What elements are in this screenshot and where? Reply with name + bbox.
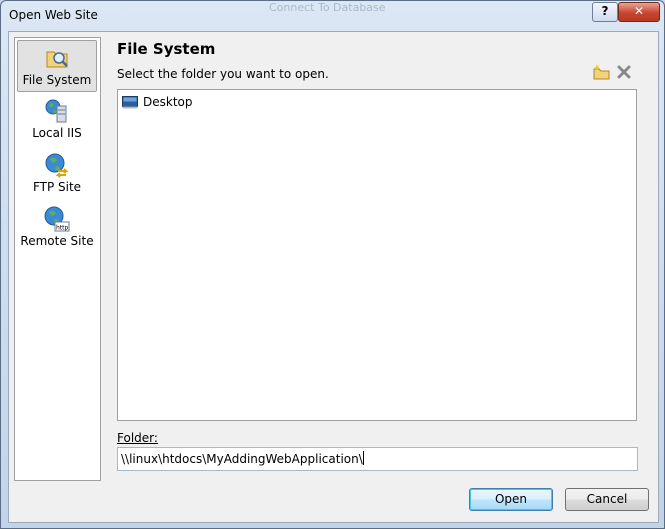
sidebar-item-label: FTP Site <box>32 180 82 194</box>
tree-item-label: Desktop <box>143 95 193 109</box>
folder-field-value: \\linux\htdocs\MyAddingWebApplication\ <box>121 452 363 466</box>
tree-item-desktop[interactable]: Desktop <box>122 93 193 111</box>
delete-icon[interactable] <box>616 64 632 80</box>
page-title: File System <box>117 40 216 58</box>
text-caret <box>362 451 364 465</box>
sidebar-item-label: File System <box>22 73 92 87</box>
title-bar[interactable]: Open Web Site Connect To Database ? ✕ <box>1 1 664 31</box>
sidebar-item-local-iis[interactable]: Local IIS <box>17 94 97 144</box>
cancel-button[interactable]: Cancel <box>565 488 649 511</box>
svg-text:http: http <box>56 225 69 232</box>
background-window-title: Connect To Database <box>269 1 386 14</box>
sidebar-item-file-system[interactable]: File System <box>17 40 97 92</box>
folder-tree[interactable]: Desktop <box>117 89 637 421</box>
close-button[interactable]: ✕ <box>618 2 660 22</box>
instruction-text: Select the folder you want to open. <box>117 67 329 81</box>
dialog-client-area: File System Local IIS FTP Site http Remo… <box>8 31 659 523</box>
open-web-site-dialog: Open Web Site Connect To Database ? ✕ Fi… <box>0 0 665 529</box>
ftp-site-icon <box>45 153 69 178</box>
location-sidebar: File System Local IIS FTP Site http Remo… <box>14 37 101 481</box>
sidebar-item-ftp-site[interactable]: FTP Site <box>17 148 97 198</box>
open-button[interactable]: Open <box>469 488 553 511</box>
window-title: Open Web Site <box>9 8 98 22</box>
desktop-icon <box>122 95 138 108</box>
local-iis-icon <box>45 99 67 123</box>
sidebar-item-label: Remote Site <box>20 234 94 248</box>
folder-label-text: Folder: <box>117 431 158 445</box>
folder-field[interactable]: \\linux\htdocs\MyAddingWebApplication\ <box>117 447 638 471</box>
sidebar-item-remote-site[interactable]: http Remote Site <box>17 202 97 252</box>
new-folder-icon[interactable] <box>593 64 611 80</box>
folder-label: Folder: <box>117 431 158 445</box>
sidebar-item-label: Local IIS <box>32 126 82 140</box>
help-button[interactable]: ? <box>592 2 618 22</box>
file-system-icon <box>46 51 68 68</box>
remote-site-icon: http <box>44 206 70 232</box>
